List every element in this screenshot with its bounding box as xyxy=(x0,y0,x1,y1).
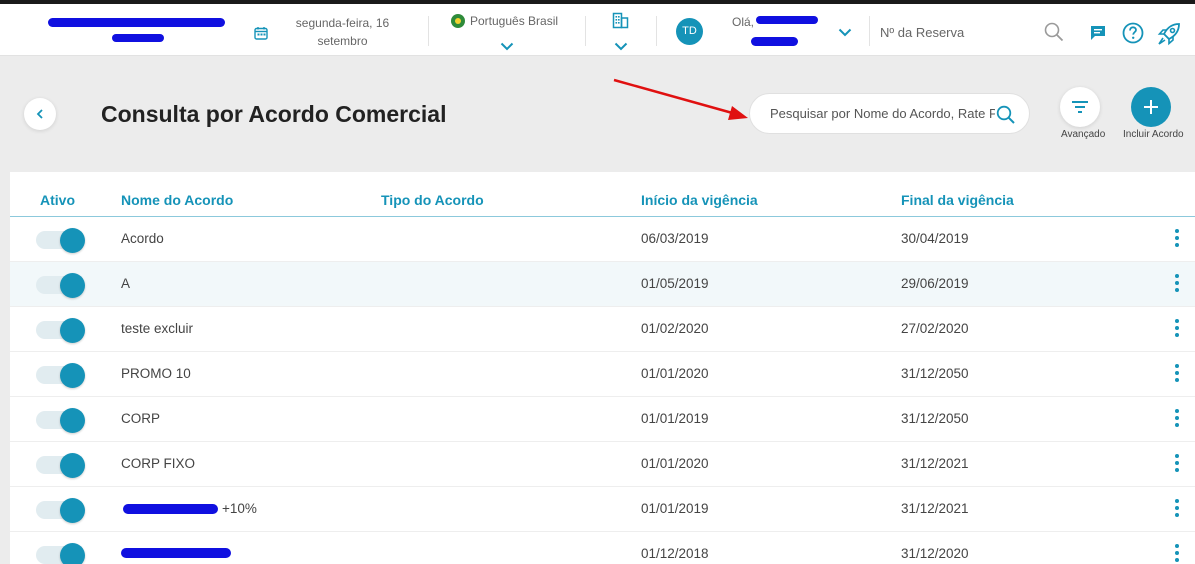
language-selector[interactable]: Português Brasil xyxy=(451,14,558,28)
start-date: 01/01/2020 xyxy=(641,366,709,381)
search-icon[interactable] xyxy=(996,105,1016,125)
start-date: 01/01/2020 xyxy=(641,456,709,471)
toggle-knob xyxy=(60,228,85,253)
more-options-icon[interactable] xyxy=(1169,407,1185,429)
divider xyxy=(585,16,586,46)
redacted-logo-line2 xyxy=(112,34,164,42)
language-label: Português Brasil xyxy=(470,14,559,28)
date-line-1: segunda-feira, 16 xyxy=(295,16,390,30)
more-options-icon[interactable] xyxy=(1169,317,1185,339)
column-header-name[interactable]: Nome do Acordo xyxy=(121,192,233,208)
end-date: 31/12/2021 xyxy=(901,501,969,516)
start-date: 01/01/2019 xyxy=(641,411,709,426)
redacted-agreement-name xyxy=(123,504,218,514)
plus-icon xyxy=(1144,100,1158,114)
more-options-icon[interactable] xyxy=(1169,227,1185,249)
chevron-down-icon[interactable] xyxy=(614,42,628,51)
add-agreement-label: Incluir Acordo xyxy=(1123,129,1184,140)
redacted-username xyxy=(756,16,818,24)
agreements-table: Ativo Nome do Acordo Tipo do Acordo Iníc… xyxy=(10,172,1195,564)
chevron-down-icon[interactable] xyxy=(838,28,852,37)
divider xyxy=(428,16,429,46)
start-date: 01/12/2018 xyxy=(641,546,709,561)
table-row: CORP 01/01/2019 31/12/2050 xyxy=(10,397,1195,442)
table-row: PROMO 10 01/01/2020 31/12/2050 xyxy=(10,352,1195,397)
start-date: 01/05/2019 xyxy=(641,276,709,291)
greeting: Olá, xyxy=(732,15,755,29)
toggle-knob xyxy=(60,453,85,478)
toggle-knob xyxy=(60,363,85,388)
rocket-icon[interactable] xyxy=(1156,21,1182,47)
redacted-username-line2 xyxy=(751,37,798,46)
redacted-agreement-name xyxy=(121,548,231,558)
calendar-icon[interactable] xyxy=(254,26,268,40)
end-date: 29/06/2019 xyxy=(901,276,969,291)
avatar[interactable]: TD xyxy=(676,18,703,45)
advanced-filter-button[interactable] xyxy=(1060,87,1100,127)
page-title: Consulta por Acordo Comercial xyxy=(101,101,447,127)
search-input[interactable] xyxy=(770,106,995,121)
more-options-icon[interactable] xyxy=(1169,272,1185,294)
agreement-name: teste excluir xyxy=(121,321,194,336)
table-row: teste excluir 01/02/2020 27/02/2020 xyxy=(10,307,1195,352)
help-icon[interactable] xyxy=(1122,22,1144,44)
more-options-icon[interactable] xyxy=(1169,452,1185,474)
end-date: 30/04/2019 xyxy=(901,231,969,246)
column-header-end[interactable]: Final da vigência xyxy=(901,192,1014,208)
chat-icon[interactable] xyxy=(1089,24,1107,42)
start-date: 06/03/2019 xyxy=(641,231,709,246)
end-date: 31/12/2021 xyxy=(901,456,969,471)
chevron-left-icon xyxy=(36,109,43,119)
agreement-name: Acordo xyxy=(121,231,164,246)
agreement-name: +10% xyxy=(222,501,257,516)
table-header: Ativo Nome do Acordo Tipo do Acordo Iníc… xyxy=(10,172,1195,217)
start-date: 01/02/2020 xyxy=(641,321,709,336)
agreement-name: PROMO 10 xyxy=(121,366,191,381)
chevron-down-icon[interactable] xyxy=(500,42,514,51)
toggle-knob xyxy=(60,498,85,523)
column-header-type[interactable]: Tipo do Acordo xyxy=(381,192,484,208)
divider xyxy=(656,16,657,46)
brazil-flag-icon xyxy=(451,14,465,28)
current-date: segunda-feira, 16 setembro xyxy=(280,14,405,50)
add-agreement-button[interactable] xyxy=(1131,87,1171,127)
redacted-logo xyxy=(48,18,225,27)
agreement-name: A xyxy=(121,276,131,291)
table-row: 01/12/2018 31/12/2020 xyxy=(10,532,1195,564)
more-options-icon[interactable] xyxy=(1169,497,1185,519)
annotation-arrow xyxy=(613,78,748,120)
date-line-2: setembro xyxy=(317,34,368,48)
column-header-start[interactable]: Início da vigência xyxy=(641,192,758,208)
agreement-name: CORP FIXO xyxy=(121,456,196,471)
toggle-knob xyxy=(60,273,85,298)
filter-icon xyxy=(1072,101,1088,113)
table-row: +10% 01/01/2019 31/12/2021 xyxy=(10,487,1195,532)
end-date: 31/12/2020 xyxy=(901,546,969,561)
end-date: 31/12/2050 xyxy=(901,411,969,426)
building-icon[interactable] xyxy=(612,12,629,29)
reservation-number-field[interactable]: Nº da Reserva xyxy=(880,25,964,40)
top-navigation-bar: segunda-feira, 16 setembro Português Bra… xyxy=(0,4,1195,56)
more-options-icon[interactable] xyxy=(1169,362,1185,384)
search-icon[interactable] xyxy=(1044,22,1064,42)
more-options-icon[interactable] xyxy=(1169,542,1185,564)
divider xyxy=(869,16,870,46)
toggle-knob xyxy=(60,543,85,564)
agreement-search[interactable] xyxy=(749,93,1030,134)
toggle-knob xyxy=(60,318,85,343)
column-header-active[interactable]: Ativo xyxy=(40,192,75,208)
back-button[interactable] xyxy=(24,98,56,130)
end-date: 31/12/2050 xyxy=(901,366,969,381)
start-date: 01/01/2019 xyxy=(641,501,709,516)
advanced-label: Avançado xyxy=(1061,129,1106,140)
agreement-name: CORP xyxy=(121,411,161,426)
table-row: Acordo 06/03/2019 30/04/2019 xyxy=(10,217,1195,262)
table-row: A 01/05/2019 29/06/2019 xyxy=(10,262,1195,307)
toggle-knob xyxy=(60,408,85,433)
table-row: CORP FIXO 01/01/2020 31/12/2021 xyxy=(10,442,1195,487)
end-date: 27/02/2020 xyxy=(901,321,969,336)
